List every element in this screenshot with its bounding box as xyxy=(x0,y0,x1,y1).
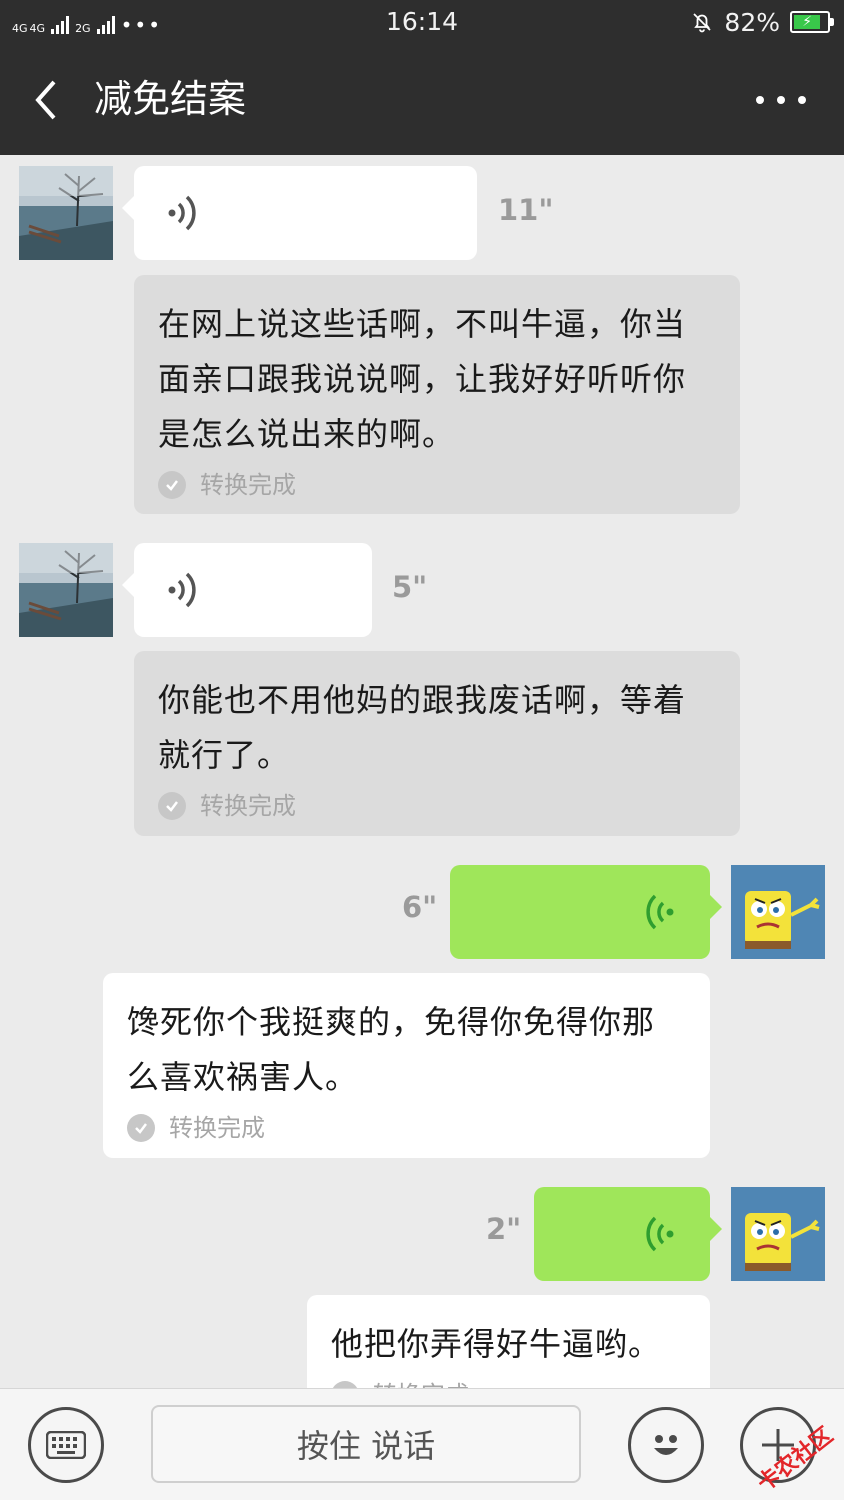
status-label: 转换完成 xyxy=(373,1380,469,1388)
avatar-contact[interactable] xyxy=(19,543,113,637)
check-icon xyxy=(331,1381,359,1388)
transcript-text: 在网上说这些话啊，不叫牛逼，你当面亲口跟我说说啊，让我好好听听你是怎么说出来的啊… xyxy=(158,305,687,453)
chevron-left-icon xyxy=(35,80,56,120)
battery-fill: ⚡ xyxy=(794,15,821,29)
transcript-text: 馋死你个我挺爽的，免得你免得你那么喜欢祸害人。 xyxy=(127,1003,656,1096)
more-dots-icon xyxy=(756,96,764,104)
voice-message[interactable] xyxy=(122,166,477,260)
more-button[interactable] xyxy=(756,82,806,118)
bell-muted-icon xyxy=(693,13,712,33)
input-bar: 按住 说话 卡农社区 xyxy=(0,1388,844,1500)
transcript-text: 你能也不用他妈的跟我废话啊，等着就行了。 xyxy=(158,681,687,774)
check-icon xyxy=(127,1114,155,1142)
status-label: 转换完成 xyxy=(169,1114,265,1142)
status-label: 转换完成 xyxy=(200,792,296,820)
voice-message[interactable] xyxy=(122,543,372,637)
avatar-landscape-icon xyxy=(19,166,113,260)
transcript-text: 他把你弄得好牛逼哟。 xyxy=(331,1325,662,1363)
hold-to-talk-button[interactable]: 按住 说话 xyxy=(151,1405,581,1483)
battery-icon: ⚡ xyxy=(790,11,834,33)
voice-transcript[interactable]: 在网上说这些话啊，不叫牛逼，你当面亲口跟我说说啊，让我好好听听你是怎么说出来的啊… xyxy=(134,275,740,514)
voice-duration: 6" xyxy=(402,890,438,924)
avatar-sponge-icon xyxy=(731,1187,825,1281)
voice-transcript[interactable]: 馋死你个我挺爽的，免得你免得你那么喜欢祸害人。 转换完成 xyxy=(103,973,710,1158)
emoji-button[interactable] xyxy=(628,1407,704,1483)
avatar-self[interactable] xyxy=(731,1187,825,1281)
transcript-status: 转换完成 xyxy=(127,1113,686,1143)
voice-message[interactable] xyxy=(450,865,722,959)
status-bar: 4G 4G 2G ••• 16:14 82% ⚡ xyxy=(0,0,844,44)
voice-transcript[interactable]: 他把你弄得好牛逼哟。 转换完成 xyxy=(307,1295,710,1388)
voice-wave-icon xyxy=(168,195,196,231)
back-button[interactable] xyxy=(30,78,66,122)
check-icon xyxy=(158,792,186,820)
transcript-status: 转换完成 xyxy=(158,791,716,821)
keyboard-button[interactable] xyxy=(28,1407,104,1483)
voice-wave-icon xyxy=(646,1216,674,1252)
chat-area[interactable]: 11" 在网上说这些话啊，不叫牛逼，你当面亲口跟我说说啊，让我好好听听你是怎么说… xyxy=(0,155,844,1388)
status-label: 转换完成 xyxy=(200,471,296,499)
avatar-contact[interactable] xyxy=(19,166,113,260)
avatar-sponge-icon xyxy=(731,865,825,959)
emoji-icon xyxy=(654,1435,678,1455)
avatar-landscape-icon xyxy=(19,543,113,637)
keyboard-icon xyxy=(46,1431,86,1459)
transcript-status: 转换完成 xyxy=(158,470,716,500)
voice-transcript[interactable]: 你能也不用他妈的跟我废话啊，等着就行了。 转换完成 xyxy=(134,651,740,836)
voice-message[interactable] xyxy=(534,1187,722,1281)
avatar-self[interactable] xyxy=(731,865,825,959)
voice-wave-icon xyxy=(646,894,674,930)
check-icon xyxy=(158,471,186,499)
transcript-status: 转换完成 xyxy=(331,1380,686,1388)
voice-duration: 2" xyxy=(486,1212,522,1246)
voice-wave-icon xyxy=(168,572,196,608)
chat-title: 减免结案 xyxy=(94,77,247,121)
voice-duration: 11" xyxy=(498,193,554,227)
battery-percent: 82% xyxy=(724,7,780,37)
chat-header: 减免结案 xyxy=(0,44,844,155)
voice-duration: 5" xyxy=(392,570,428,604)
status-right: 82% ⚡ xyxy=(690,7,834,37)
